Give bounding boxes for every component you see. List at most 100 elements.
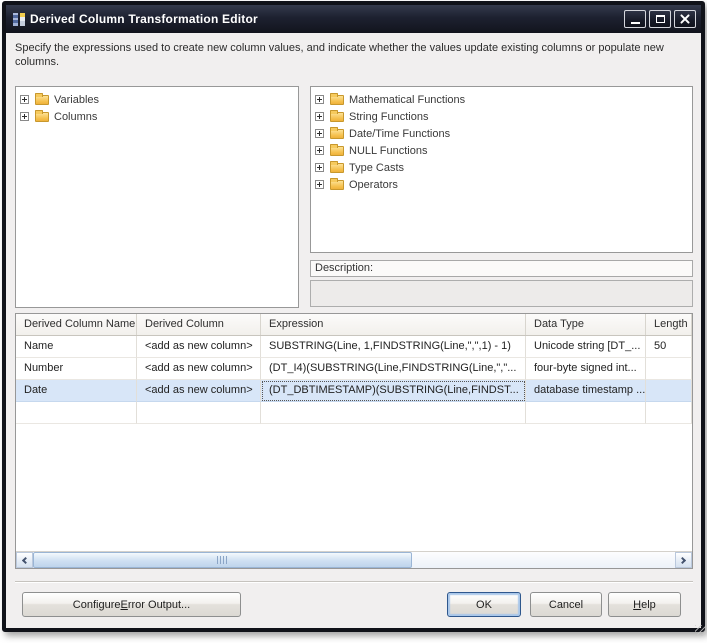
functions-tree: Mathematical Functions String Functions … bbox=[310, 86, 693, 253]
resize-grip-icon[interactable] bbox=[695, 625, 706, 636]
column-header-derived-column: Derived Column bbox=[137, 314, 261, 335]
titlebar[interactable]: Derived Column Transformation Editor bbox=[6, 5, 701, 33]
tree-item-label: NULL Functions bbox=[349, 144, 428, 157]
button-label: Configure bbox=[72, 598, 121, 611]
folder-icon bbox=[330, 109, 344, 122]
tree-item-label: Type Casts bbox=[349, 161, 405, 174]
scroll-right-icon bbox=[678, 556, 687, 564]
folder-icon bbox=[330, 126, 344, 139]
expand-icon[interactable] bbox=[20, 95, 29, 104]
button-mnemonic: H bbox=[633, 598, 642, 611]
description-label: Description: bbox=[315, 262, 374, 274]
dialog-window: Derived Column Transformation Editor Spe… bbox=[2, 1, 705, 632]
scrollbar-thumb[interactable] bbox=[33, 552, 412, 568]
tree-item-date-time-functions[interactable]: Date/Time Functions bbox=[311, 125, 692, 142]
cell-expression[interactable] bbox=[261, 402, 526, 424]
expand-icon[interactable] bbox=[20, 112, 29, 121]
maximize-icon bbox=[655, 15, 665, 23]
cancel-button[interactable]: Cancel bbox=[530, 592, 602, 617]
tree-item-operators[interactable]: Operators bbox=[311, 176, 692, 193]
ok-button[interactable]: OK bbox=[447, 592, 521, 617]
expand-icon[interactable] bbox=[315, 146, 324, 155]
folder-icon bbox=[330, 177, 344, 190]
tree-item-label: Mathematical Functions bbox=[349, 93, 466, 106]
tree-item-null-functions[interactable]: NULL Functions bbox=[311, 142, 692, 159]
cell-derived-column-name[interactable]: Date bbox=[16, 380, 137, 402]
tree-item-label: Date/Time Functions bbox=[349, 127, 451, 140]
page: Derived Column Transformation Editor Spe… bbox=[0, 0, 707, 643]
tree-item-label: String Functions bbox=[349, 110, 429, 123]
cell-length[interactable] bbox=[646, 402, 692, 424]
tree-item-type-casts[interactable]: Type Casts bbox=[311, 159, 692, 176]
cell-derived-column-name[interactable]: Name bbox=[16, 336, 137, 358]
folder-icon bbox=[35, 109, 49, 122]
cell-data-type[interactable]: database timestamp ... bbox=[526, 380, 646, 402]
thumb-grip-icon bbox=[217, 556, 228, 564]
folder-icon bbox=[330, 143, 344, 156]
expand-icon[interactable] bbox=[315, 112, 324, 121]
cell-expression[interactable]: (DT_I4)(SUBSTRING(Line,FINDSTRING(Line,"… bbox=[261, 358, 526, 380]
variables-columns-tree: Variables Columns bbox=[15, 86, 299, 308]
derived-column-app-icon bbox=[13, 12, 25, 26]
derived-columns-grid: Derived Column Name Derived Column Expre… bbox=[15, 313, 693, 569]
cell-data-type[interactable] bbox=[526, 402, 646, 424]
cell-derived-column[interactable]: <add as new column> bbox=[137, 380, 261, 402]
cell-derived-column[interactable] bbox=[137, 402, 261, 424]
grid-row-date-selected: Date <add as new column> (DT_DBTIMESTAMP… bbox=[16, 380, 692, 402]
configure-error-output-button[interactable]: Configure Error Output... bbox=[22, 592, 241, 617]
dialog-description: Specify the expressions used to create n… bbox=[15, 42, 664, 68]
cell-data-type[interactable]: four-byte signed int... bbox=[526, 358, 646, 380]
grid-row-empty[interactable] bbox=[16, 402, 692, 424]
column-header-derived-column-name: Derived Column Name bbox=[16, 314, 137, 335]
column-header-expression: Expression bbox=[261, 314, 526, 335]
tree-item-label: Operators bbox=[349, 178, 398, 191]
button-label: rror Output... bbox=[127, 598, 191, 611]
tree-item-label: Columns bbox=[54, 110, 98, 123]
close-icon bbox=[680, 14, 690, 24]
button-mnemonic: E bbox=[120, 598, 128, 611]
dialog-body: Specify the expressions used to create n… bbox=[6, 33, 701, 628]
close-button[interactable] bbox=[674, 10, 696, 28]
grid-row-name: Name <add as new column> SUBSTRING(Line,… bbox=[16, 336, 692, 358]
help-button[interactable]: Help bbox=[608, 592, 681, 617]
tree-item-label: Variables bbox=[54, 93, 100, 106]
expand-icon[interactable] bbox=[315, 129, 324, 138]
folder-icon bbox=[35, 92, 49, 105]
scroll-left-button[interactable] bbox=[16, 552, 33, 568]
cell-derived-column[interactable]: <add as new column> bbox=[137, 358, 261, 380]
minimize-button[interactable] bbox=[624, 10, 646, 28]
column-header-data-type: Data Type bbox=[526, 314, 646, 335]
cell-length[interactable] bbox=[646, 358, 692, 380]
expand-icon[interactable] bbox=[315, 180, 324, 189]
folder-icon bbox=[330, 160, 344, 173]
description-panel-header: Description: bbox=[310, 260, 693, 277]
cell-length[interactable]: 50 bbox=[646, 336, 692, 358]
cell-expression-focused[interactable]: (DT_DBTIMESTAMP)(SUBSTRING(Line,FINDST..… bbox=[261, 380, 526, 402]
horizontal-scrollbar[interactable] bbox=[16, 551, 692, 568]
maximize-button[interactable] bbox=[649, 10, 671, 28]
cell-derived-column[interactable]: <add as new column> bbox=[137, 336, 261, 358]
cell-data-type[interactable]: Unicode string [DT_... bbox=[526, 336, 646, 358]
cell-derived-column-name[interactable] bbox=[16, 402, 137, 424]
grid-row-number: Number <add as new column> (DT_I4)(SUBST… bbox=[16, 358, 692, 380]
column-header-length: Length bbox=[646, 314, 692, 335]
scroll-left-icon bbox=[21, 556, 30, 564]
scroll-right-button[interactable] bbox=[675, 552, 692, 568]
tree-item-string-functions[interactable]: String Functions bbox=[311, 108, 692, 125]
window-title: Derived Column Transformation Editor bbox=[30, 12, 258, 26]
tree-item-mathematical-functions[interactable]: Mathematical Functions bbox=[311, 91, 692, 108]
cell-length[interactable] bbox=[646, 380, 692, 402]
expand-icon[interactable] bbox=[315, 95, 324, 104]
expand-icon[interactable] bbox=[315, 163, 324, 172]
description-panel-content bbox=[310, 280, 693, 307]
grid-empty-area[interactable] bbox=[16, 424, 692, 551]
button-label: elp bbox=[641, 598, 656, 611]
minimize-icon bbox=[630, 22, 640, 24]
tree-item-columns[interactable]: Columns bbox=[16, 108, 298, 125]
cell-expression[interactable]: SUBSTRING(Line, 1,FINDSTRING(Line,",",1)… bbox=[261, 336, 526, 358]
cell-derived-column-name[interactable]: Number bbox=[16, 358, 137, 380]
tree-item-variables[interactable]: Variables bbox=[16, 91, 298, 108]
divider bbox=[15, 581, 693, 583]
grid-header-row: Derived Column Name Derived Column Expre… bbox=[16, 314, 692, 336]
scrollbar-track[interactable] bbox=[33, 552, 675, 568]
